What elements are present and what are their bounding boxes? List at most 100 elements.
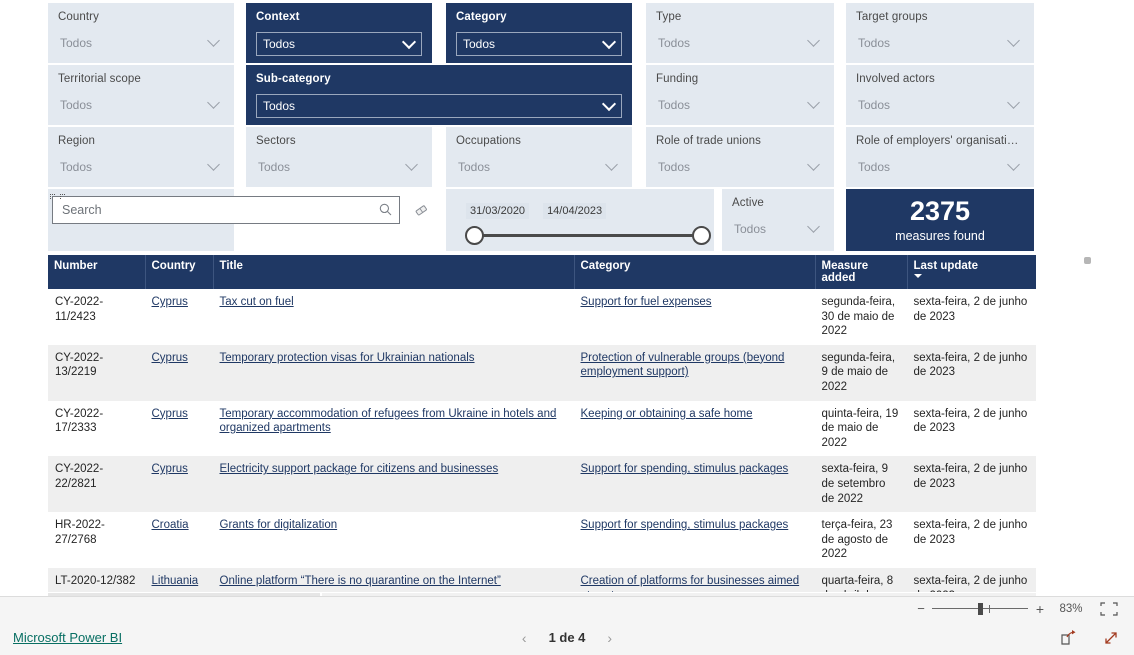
- slicer-region[interactable]: Region Todos: [48, 127, 234, 187]
- column-header-country[interactable]: Country: [145, 255, 214, 289]
- slicer-dropdown-category[interactable]: Todos: [456, 32, 622, 56]
- cell-title[interactable]: Temporary protection visas for Ukrainian…: [213, 344, 575, 401]
- chevron-down-icon[interactable]: [604, 99, 615, 110]
- slicer-funding[interactable]: Funding Todos: [646, 65, 834, 125]
- slicer-employers[interactable]: Role of employers' organisati… Todos: [846, 127, 1034, 187]
- chevron-down-icon[interactable]: [809, 98, 820, 109]
- zoom-slider[interactable]: [932, 602, 1028, 615]
- category-link[interactable]: Support for spending, stimulus packages: [581, 519, 789, 531]
- date-range-slicer[interactable]: 31/03/2020 14/04/2023: [446, 189, 714, 251]
- title-link[interactable]: Grants for digitalization: [220, 519, 338, 531]
- cell-country[interactable]: Cyprus: [145, 456, 214, 513]
- category-link[interactable]: Keeping or obtaining a safe home: [581, 408, 753, 420]
- country-link[interactable]: Croatia: [152, 519, 189, 531]
- chevron-down-icon[interactable]: [1009, 98, 1020, 109]
- chevron-down-icon[interactable]: [209, 36, 220, 47]
- slicer-dropdown-region[interactable]: Todos: [58, 156, 224, 178]
- zoom-slider-handle[interactable]: [978, 602, 983, 615]
- column-header-title[interactable]: Title: [213, 255, 575, 289]
- cell-country[interactable]: Cyprus: [145, 344, 214, 401]
- chevron-down-icon[interactable]: [407, 160, 418, 171]
- country-link[interactable]: Cyprus: [152, 463, 188, 475]
- chevron-right-icon[interactable]: ›: [607, 631, 612, 645]
- chevron-down-icon[interactable]: [604, 37, 615, 48]
- chevron-down-icon[interactable]: [209, 160, 220, 171]
- slicer-dropdown-tradeunions[interactable]: Todos: [656, 156, 824, 178]
- slicer-occupations[interactable]: Occupations Todos: [446, 127, 632, 187]
- zoom-in-button[interactable]: +: [1032, 602, 1048, 616]
- column-header-number[interactable]: Number: [48, 255, 146, 289]
- chevron-down-icon[interactable]: [809, 36, 820, 47]
- country-link[interactable]: Cyprus: [152, 296, 188, 308]
- date-slider-track[interactable]: [465, 226, 711, 245]
- cell-title[interactable]: Temporary accommodation of refugees from…: [213, 400, 575, 457]
- table-row[interactable]: CY-2022-22/2821 Cyprus Electricity support…: [48, 456, 1036, 513]
- slicer-sectors[interactable]: Sectors Todos: [246, 127, 432, 187]
- cell-country[interactable]: Cyprus: [145, 400, 214, 457]
- chevron-down-icon[interactable]: [1009, 36, 1020, 47]
- chevron-down-icon[interactable]: [404, 37, 415, 48]
- slicer-target[interactable]: Target groups Todos: [846, 3, 1034, 63]
- date-slider-handle-end[interactable]: [692, 226, 711, 245]
- title-link[interactable]: Online platform “There is no quarantine …: [220, 575, 501, 587]
- table-row[interactable]: CY-2022-13/2219 Cyprus Temporary protectio…: [48, 344, 1036, 401]
- fit-to-page-icon[interactable]: [1100, 601, 1120, 616]
- date-slider-handle-start[interactable]: [465, 226, 484, 245]
- chevron-down-icon[interactable]: [1009, 160, 1020, 171]
- slicer-dropdown-territory[interactable]: Todos: [58, 94, 224, 116]
- category-link[interactable]: Support for spending, stimulus packages: [581, 463, 789, 475]
- cell-country[interactable]: Croatia: [145, 512, 214, 568]
- slicer-dropdown-employers[interactable]: Todos: [856, 156, 1024, 178]
- country-link[interactable]: Cyprus: [152, 408, 188, 420]
- table-row[interactable]: CY-2022-11/2423 Cyprus Tax cut on fuel Supp…: [48, 289, 1036, 345]
- column-header-updated[interactable]: Last update: [907, 255, 1036, 289]
- category-link[interactable]: Protection of vulnerable groups (beyond …: [581, 352, 785, 379]
- slicer-dropdown-subcat[interactable]: Todos: [256, 94, 622, 118]
- slicer-actors[interactable]: Involved actors Todos: [846, 65, 1034, 125]
- zoom-out-button[interactable]: −: [914, 602, 928, 615]
- slicer-dropdown-sectors[interactable]: Todos: [256, 156, 422, 178]
- slicer-dropdown-occupations[interactable]: Todos: [456, 156, 622, 178]
- column-header-added[interactable]: Measure added: [815, 255, 908, 289]
- slicer-active[interactable]: Active Todos: [722, 189, 834, 251]
- chevron-down-icon[interactable]: [607, 160, 618, 171]
- slicer-dropdown-context[interactable]: Todos: [256, 32, 422, 56]
- title-link[interactable]: Electricity support package for citizens…: [220, 463, 499, 475]
- cell-category[interactable]: Support for spending, stimulus packages: [574, 512, 816, 568]
- category-link[interactable]: Support for fuel expenses: [581, 296, 712, 308]
- slicer-dropdown-target[interactable]: Todos: [856, 32, 1024, 54]
- cell-country[interactable]: Cyprus: [145, 289, 214, 345]
- country-link[interactable]: Lithuania: [152, 575, 199, 587]
- title-link[interactable]: Tax cut on fuel: [220, 296, 294, 308]
- cell-category[interactable]: Protection of vulnerable groups (beyond …: [574, 344, 816, 401]
- measures-table[interactable]: Number Country Title Category Measure ad…: [48, 255, 1036, 596]
- chevron-down-icon[interactable]: [209, 98, 220, 109]
- column-header-category[interactable]: Category: [574, 255, 816, 289]
- country-link[interactable]: Cyprus: [152, 352, 188, 364]
- slicer-dropdown-type[interactable]: Todos: [656, 32, 824, 54]
- table-row[interactable]: CY-2022-17/2333 Cyprus Temporary accommoda…: [48, 400, 1036, 457]
- eraser-icon[interactable]: [410, 199, 432, 221]
- slicer-territory[interactable]: Territorial scope Todos: [48, 65, 234, 125]
- slicer-dropdown-country[interactable]: Todos: [58, 32, 224, 54]
- chevron-down-icon[interactable]: [809, 222, 820, 233]
- slicer-type[interactable]: Type Todos: [646, 3, 834, 63]
- search-icon[interactable]: [379, 203, 392, 216]
- slicer-tradeunions[interactable]: Role of trade unions Todos: [646, 127, 834, 187]
- share-icon[interactable]: [1060, 629, 1078, 647]
- cell-category[interactable]: Support for spending, stimulus packages: [574, 456, 816, 513]
- search-input[interactable]: Search: [50, 194, 400, 224]
- slicer-dropdown-actors[interactable]: Todos: [856, 94, 1024, 116]
- slicer-context[interactable]: Context Todos: [246, 3, 432, 63]
- chevron-left-icon[interactable]: ‹: [522, 631, 527, 645]
- fullscreen-icon[interactable]: [1102, 629, 1120, 647]
- table-row[interactable]: HR-2022-27/2768 Croatia Grants for digital…: [48, 512, 1036, 568]
- title-link[interactable]: Temporary accommodation of refugees from…: [220, 408, 557, 435]
- cell-category[interactable]: Support for fuel expenses: [574, 289, 816, 345]
- cell-title[interactable]: Tax cut on fuel: [213, 289, 575, 345]
- slicer-dropdown-funding[interactable]: Todos: [656, 94, 824, 116]
- slicer-country[interactable]: Country Todos: [48, 3, 234, 63]
- slicer-subcat[interactable]: Sub-category Todos: [246, 65, 632, 125]
- cell-title[interactable]: Electricity support package for citizens…: [213, 456, 575, 513]
- slicer-category[interactable]: Category Todos: [446, 3, 632, 63]
